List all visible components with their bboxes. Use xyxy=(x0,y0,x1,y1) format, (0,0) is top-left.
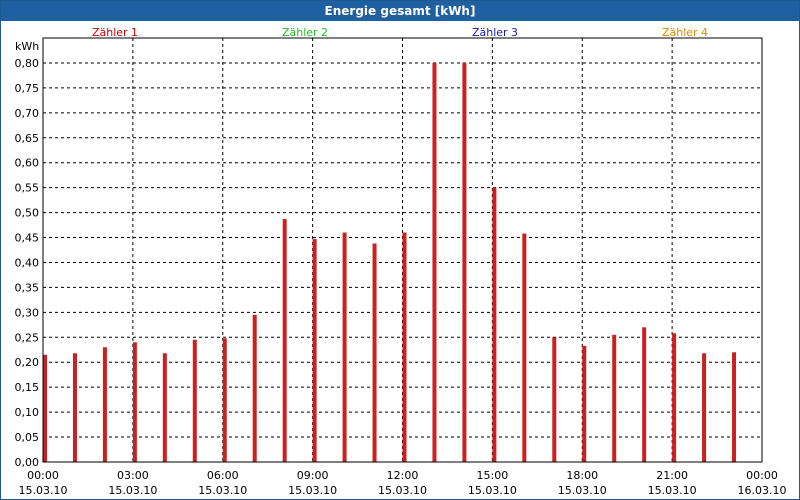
legend-entry: Zähler 3 xyxy=(472,26,518,39)
bar xyxy=(462,62,467,463)
x-tick-date: 15.03.10 xyxy=(558,484,607,497)
y-tick-label: 0,60 xyxy=(15,157,40,170)
y-tick-label: 0,35 xyxy=(15,281,40,294)
y-tick-label: 0,30 xyxy=(15,306,40,319)
bar xyxy=(102,347,107,462)
bar xyxy=(132,342,137,462)
bar xyxy=(252,314,257,462)
bar xyxy=(552,337,557,462)
y-axis-label: kWh xyxy=(15,40,39,53)
x-tick-date: 15.03.10 xyxy=(648,484,697,497)
y-tick-label: 0,75 xyxy=(15,82,40,95)
bar xyxy=(192,339,197,462)
y-tick-label: 0,15 xyxy=(15,381,40,394)
x-tick-date: 15.03.10 xyxy=(378,484,427,497)
bar xyxy=(522,233,527,462)
y-tick-label: 0,40 xyxy=(15,256,40,269)
bar xyxy=(43,354,47,462)
bar xyxy=(672,333,677,462)
y-tick-label: 0,80 xyxy=(15,57,40,70)
y-tick-label: 0,50 xyxy=(15,207,40,220)
bar xyxy=(222,338,227,462)
x-tick-time: 12:00 xyxy=(387,469,419,482)
y-tick-label: 0,70 xyxy=(15,107,40,120)
bar xyxy=(282,219,287,462)
x-tick-date: 16.03.10 xyxy=(738,484,787,497)
bar xyxy=(402,232,407,462)
x-tick-time: 00:00 xyxy=(746,469,778,482)
bar xyxy=(72,353,77,462)
bar xyxy=(702,353,707,462)
bar xyxy=(372,243,377,462)
x-tick-date: 15.03.10 xyxy=(19,484,68,497)
bar xyxy=(342,232,347,462)
bar xyxy=(582,345,587,462)
x-tick-date: 15.03.10 xyxy=(198,484,247,497)
y-tick-label: 0,20 xyxy=(15,356,40,369)
y-tick-label: 0,45 xyxy=(15,232,40,245)
bar xyxy=(432,62,437,463)
bar xyxy=(162,353,167,462)
legend-entry: Zähler 1 xyxy=(92,26,138,39)
x-tick-date: 15.03.10 xyxy=(288,484,337,497)
bar xyxy=(732,352,737,462)
y-tick-label: 0,05 xyxy=(15,431,40,444)
x-tick-time: 00:00 xyxy=(27,469,59,482)
x-tick-time: 06:00 xyxy=(207,469,239,482)
y-axis-ticks: 0,00 0,05 0,10 0,15 0,20 0,25 0,30 0,35 0,40 0,45… xyxy=(15,57,40,469)
y-tick-label: 0,65 xyxy=(15,132,40,145)
legend: Zähler 1 Zähler 2 Zähler 3 Zähler 4 xyxy=(92,26,708,39)
energy-bar-chart: Zähler 1 Zähler 2 Zähler 3 Zähler 4 kWh 0,0… xyxy=(15,26,787,497)
x-tick-date: 15.03.10 xyxy=(468,484,517,497)
y-tick-label: 0,25 xyxy=(15,331,40,344)
y-tick-label: 0,55 xyxy=(15,182,40,195)
y-tick-label: 0,00 xyxy=(15,456,40,469)
y-tick-label: 0,10 xyxy=(15,406,40,419)
bar xyxy=(312,239,317,462)
bar xyxy=(492,187,497,462)
x-tick-time: 15:00 xyxy=(477,469,509,482)
x-tick-date: 15.03.10 xyxy=(108,484,157,497)
legend-entry: Zähler 2 xyxy=(282,26,328,39)
x-tick-time: 21:00 xyxy=(656,469,688,482)
legend-entry: Zähler 4 xyxy=(662,26,708,39)
x-axis-ticks: 00:00 15.03.10 03:00 15.03.10 06:00 15.03.10 0… xyxy=(19,469,787,497)
x-tick-time: 03:00 xyxy=(117,469,149,482)
bar xyxy=(612,334,617,462)
x-tick-time: 09:00 xyxy=(297,469,329,482)
bar xyxy=(642,327,647,462)
x-tick-time: 18:00 xyxy=(566,469,598,482)
